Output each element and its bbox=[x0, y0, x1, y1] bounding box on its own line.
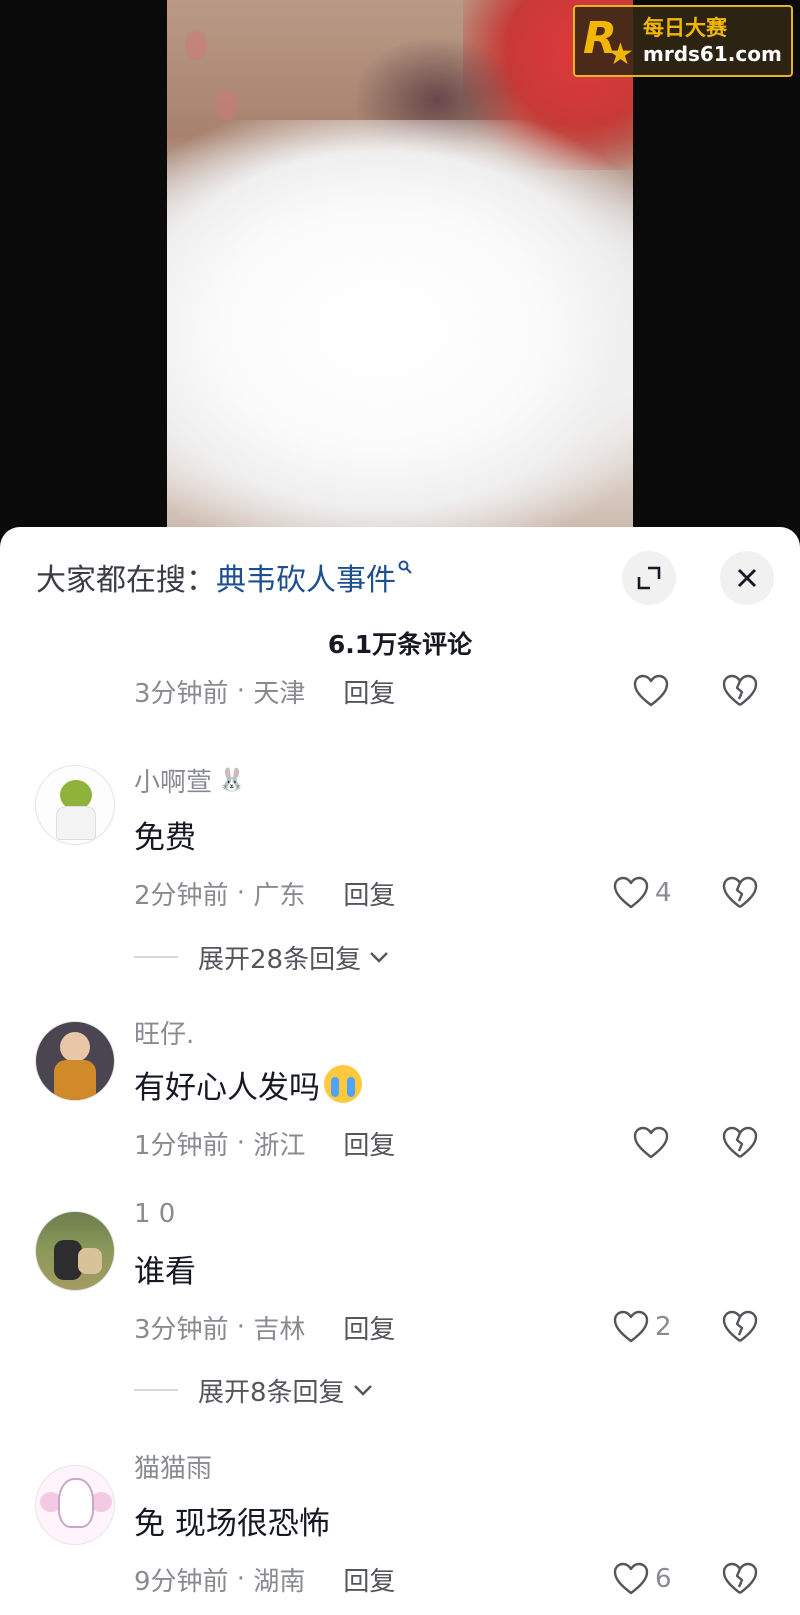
expand-replies-button[interactable]: 展开8条回复 bbox=[134, 1370, 373, 1410]
star-icon: ★ bbox=[607, 37, 634, 72]
expand-icon bbox=[637, 566, 661, 590]
like-button[interactable]: 6 bbox=[613, 1559, 672, 1599]
chevron-down-icon bbox=[370, 952, 388, 963]
comment-text: 有好心人发吗 bbox=[134, 1063, 362, 1106]
chevron-down-icon bbox=[353, 1385, 372, 1396]
reply-button[interactable]: 回复 bbox=[343, 1561, 395, 1598]
comment-meta: 9分钟前 · 湖南 回复 bbox=[134, 1559, 395, 1599]
watermark-logo: R ★ bbox=[583, 13, 634, 72]
watermark-name: 每日大赛 bbox=[643, 16, 727, 40]
search-icon bbox=[398, 555, 412, 579]
close-button[interactable] bbox=[720, 551, 774, 605]
expand-replies-button[interactable]: 展开28条回复 bbox=[134, 937, 389, 977]
heart-outline-icon bbox=[613, 1562, 649, 1595]
like-button[interactable] bbox=[633, 1123, 669, 1163]
heart-outline-icon bbox=[613, 1310, 649, 1343]
search-term-link[interactable]: 典韦砍人事件 bbox=[216, 555, 396, 599]
avatar[interactable] bbox=[35, 1021, 115, 1101]
comment-text: 免 现场很恐怖 bbox=[134, 1505, 330, 1542]
dislike-button[interactable] bbox=[722, 671, 758, 711]
like-count: 4 bbox=[655, 878, 672, 908]
smoke-cloud bbox=[167, 120, 633, 540]
like-button[interactable]: 4 bbox=[613, 873, 672, 913]
broken-heart-icon bbox=[722, 674, 758, 706]
comment-text: 免费 bbox=[134, 819, 196, 856]
comment-username[interactable]: 旺仔. bbox=[134, 1015, 194, 1050]
comment-text: 谁看 bbox=[134, 1253, 196, 1290]
comment-username[interactable]: 1 0 bbox=[134, 1197, 175, 1231]
dislike-button[interactable] bbox=[722, 1559, 758, 1599]
broken-heart-icon bbox=[722, 876, 758, 908]
comment-meta: 1分钟前 · 浙江 回复 bbox=[134, 1123, 395, 1163]
reply-button[interactable]: 回复 bbox=[343, 1125, 395, 1162]
like-count: 6 bbox=[655, 1564, 672, 1594]
comment-meta: 3分钟前 · 天津 回复 bbox=[134, 671, 395, 711]
heart-outline-icon bbox=[613, 876, 649, 909]
comment-meta: 2分钟前 · 广东 回复 bbox=[134, 873, 395, 913]
avatar[interactable] bbox=[35, 765, 115, 845]
dislike-button[interactable] bbox=[722, 1307, 758, 1347]
avatar[interactable] bbox=[35, 1211, 115, 1291]
reply-button[interactable]: 回复 bbox=[343, 673, 395, 710]
heart-outline-icon bbox=[633, 674, 669, 707]
trending-search[interactable]: 大家都在搜： 典韦砍人事件 bbox=[36, 555, 412, 599]
video-frame bbox=[167, 0, 633, 545]
dislike-button[interactable] bbox=[722, 873, 758, 913]
expand-button[interactable] bbox=[622, 551, 676, 605]
site-watermark: R ★ 每日大赛 mrds61.com bbox=[573, 5, 793, 77]
comment-meta: 3分钟前 · 吉林 回复 bbox=[134, 1307, 395, 1347]
search-prefix: 大家都在搜： bbox=[36, 563, 216, 598]
comment-sheet: 大家都在搜： 典韦砍人事件 6.1万条评论 3分钟前 · 天津 回复 小啊萱 🐰… bbox=[0, 527, 800, 1615]
dislike-button[interactable] bbox=[722, 1123, 758, 1163]
like-button[interactable]: 2 bbox=[613, 1307, 672, 1347]
broken-heart-icon bbox=[722, 1126, 758, 1158]
rabbit-icon: 🐰 bbox=[218, 767, 246, 793]
reply-button[interactable]: 回复 bbox=[343, 875, 395, 912]
reply-button[interactable]: 回复 bbox=[343, 1309, 395, 1346]
like-button[interactable] bbox=[633, 671, 669, 711]
heart-outline-icon bbox=[633, 1126, 669, 1159]
crying-emoji-icon bbox=[324, 1065, 362, 1103]
like-count: 2 bbox=[655, 1312, 672, 1342]
comment-count: 6.1万条评论 bbox=[327, 630, 473, 659]
close-icon bbox=[738, 569, 756, 587]
watermark-url: mrds61.com bbox=[643, 42, 782, 66]
broken-heart-icon bbox=[722, 1562, 758, 1594]
comment-username[interactable]: 小啊萱 🐰 bbox=[134, 763, 246, 798]
video-player[interactable]: R ★ 每日大赛 mrds61.com bbox=[0, 0, 800, 545]
comment-username[interactable]: 猫猫雨 bbox=[134, 1449, 212, 1484]
avatar[interactable] bbox=[35, 1465, 115, 1545]
broken-heart-icon bbox=[722, 1310, 758, 1342]
